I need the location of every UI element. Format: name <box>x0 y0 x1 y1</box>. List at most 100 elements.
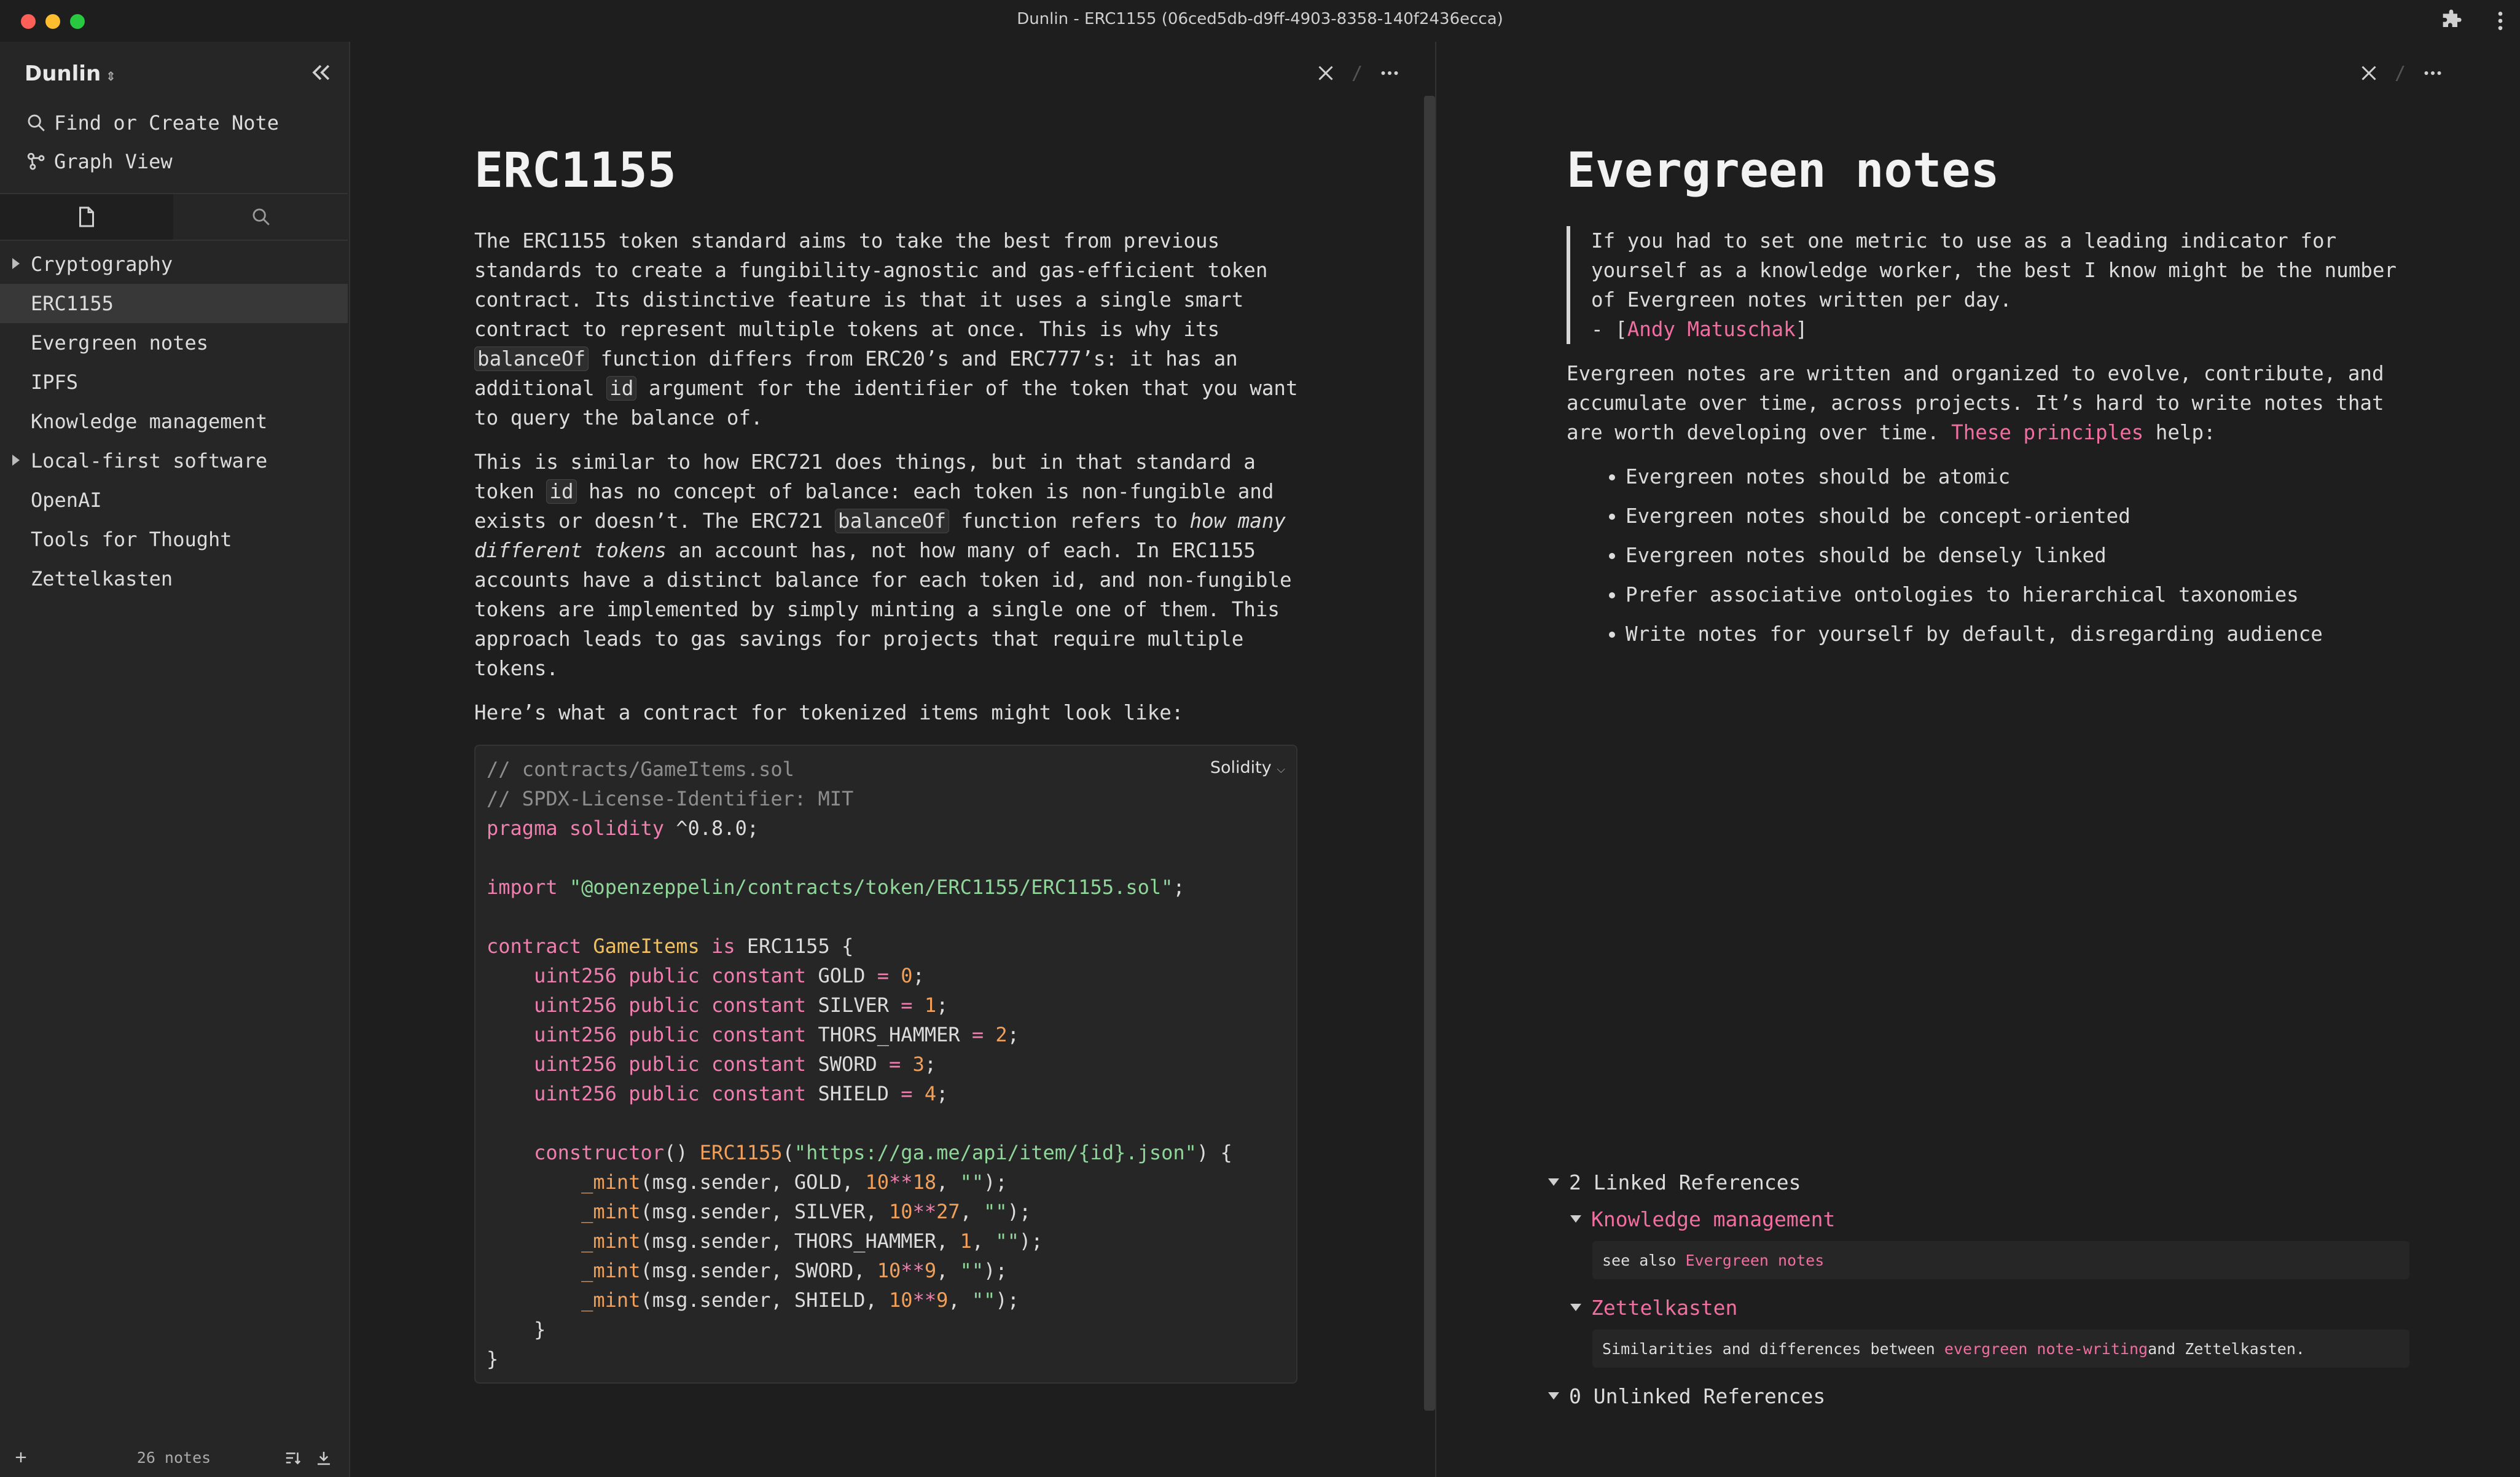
caret-down-icon[interactable] <box>1548 1178 1559 1186</box>
find-or-create-note-button[interactable]: Find or Create Note <box>26 106 279 140</box>
note-content[interactable]: ERC1155 The ERC1155 token standard aims … <box>474 140 1334 1384</box>
code-text: (msg.sender, GOLD, <box>640 1170 866 1194</box>
puzzle-icon[interactable] <box>2439 9 2463 33</box>
text-span: token <box>474 480 547 503</box>
sort-icon[interactable] <box>284 1449 302 1467</box>
tree-item-tools-for-thought[interactable]: Tools for Thought <box>0 520 348 559</box>
code-text: (msg.sender, SILVER, <box>640 1200 890 1223</box>
more-icon[interactable] <box>1377 62 1402 84</box>
bullet-list: Evergreen notes should be atomic Evergre… <box>1567 462 2439 649</box>
italic-text: how many <box>1189 509 1286 533</box>
code-keyword: public <box>628 1023 700 1046</box>
inline-code: id <box>546 479 577 504</box>
code-text: SWORD <box>818 1052 877 1076</box>
close-icon[interactable] <box>2358 62 2380 84</box>
more-icon[interactable] <box>2420 62 2445 84</box>
search-icon <box>252 208 270 225</box>
close-icon[interactable] <box>1315 62 1337 84</box>
graph-view-button[interactable]: Graph View <box>26 144 173 179</box>
code-text: ); <box>995 1288 1019 1312</box>
text-line: accumulate over time, across projects. I… <box>1567 391 2384 415</box>
tree-item-label: Evergreen notes <box>31 331 208 355</box>
reference-source-knowledge-management[interactable]: Knowledge management <box>1570 1201 2409 1237</box>
code-block[interactable]: Solidity ⌵ // contracts/GameItems.sol // … <box>474 745 1297 1384</box>
references-panel: 2 Linked References Knowledge management… <box>1548 1164 2409 1414</box>
tree-item-evergreen-notes[interactable]: Evergreen notes <box>0 323 348 362</box>
text-line: yourself as a knowledge worker, the best… <box>1591 259 2397 282</box>
tree-item-label: Tools for Thought <box>31 528 232 551</box>
text-line: standards to create a fungibility-agnost… <box>474 259 1268 282</box>
sidebar-footer: 26 notes <box>0 1438 348 1477</box>
caret-down-icon[interactable] <box>1570 1215 1581 1223</box>
tab-files[interactable] <box>0 194 173 240</box>
text-line: of Evergreen notes written per day. <box>1591 288 2012 311</box>
code-text: SILVER <box>818 993 890 1017</box>
tree-item-knowledge-management[interactable]: Knowledge management <box>0 402 348 441</box>
code-text: (msg.sender, SHIELD, <box>640 1288 890 1312</box>
paragraph: The ERC1155 token standard aims to take … <box>474 226 1334 433</box>
text-line: If you had to set one metric to use as a… <box>1591 229 2337 253</box>
window-title: Dunlin - ERC1155 (06ced5db-d9ff-4903-835… <box>1017 10 1503 28</box>
download-icon[interactable] <box>315 1449 333 1467</box>
text-span: function refers to <box>949 509 1190 533</box>
list-item: Evergreen notes should be densely linked <box>1626 541 2439 570</box>
tree-item-erc1155[interactable]: ERC1155 <box>0 284 348 323</box>
code-keyword: uint256 <box>534 964 617 987</box>
code-number: 10 <box>877 1259 901 1282</box>
caret-right-icon[interactable] <box>12 258 20 269</box>
caret-right-icon[interactable] <box>12 455 20 466</box>
tree-item-zettelkasten[interactable]: Zettelkasten <box>0 559 348 598</box>
unlinked-references-header[interactable]: 0 Unlinked References <box>1548 1377 2409 1414</box>
vertical-ellipsis-icon[interactable] <box>2488 9 2513 33</box>
paragraph: Evergreen notes are written and organize… <box>1567 359 2439 447</box>
text-line: Evergreen notes are written and organize… <box>1567 362 2384 385</box>
code-text: , <box>936 1259 960 1282</box>
text-span: help: <box>2143 421 2216 444</box>
italic-text: different tokens <box>474 539 667 562</box>
tree-item-ipfs[interactable]: IPFS <box>0 362 348 402</box>
code-text: , <box>971 1229 996 1253</box>
tab-search[interactable] <box>174 194 348 240</box>
scrollbar[interactable] <box>1424 96 1435 1411</box>
code-string: "https://ga.me/api/item/{id}.json" <box>794 1141 1197 1164</box>
code-keyword: constant <box>711 964 807 987</box>
code-operator: ** <box>912 1200 937 1223</box>
tree-item-local-first-software[interactable]: Local-first software <box>0 441 348 480</box>
linked-references-header[interactable]: 2 Linked References <box>1548 1164 2409 1201</box>
list-item: Evergreen notes should be concept-orient… <box>1626 501 2439 531</box>
code-text: ; <box>936 1082 949 1105</box>
text-span: an account has, not how many of each. In… <box>667 539 1256 562</box>
list-item: Prefer associative ontologies to hierarc… <box>1626 580 2439 609</box>
code-text: ; <box>1007 1023 1019 1046</box>
tree-item-label: ERC1155 <box>31 292 114 315</box>
caret-down-icon[interactable] <box>1548 1392 1559 1400</box>
reference-source-link[interactable]: Zettelkasten <box>1591 1296 1737 1320</box>
tree-item-openai[interactable]: OpenAI <box>0 480 348 520</box>
caret-down-icon[interactable] <box>1570 1304 1581 1311</box>
code-string: "" <box>984 1200 1008 1223</box>
text-span: are worth developing over time. <box>1567 421 1952 444</box>
link-these-principles[interactable]: These principles <box>1951 421 2143 444</box>
code-keyword: public <box>628 1082 700 1105</box>
code-language-select[interactable]: Solidity ⌵ <box>1210 753 1285 785</box>
toolbar-divider: / <box>1352 62 1363 84</box>
vault-switcher[interactable]: Dunlin ⇕ <box>25 61 116 86</box>
code-text: ); <box>1007 1200 1031 1223</box>
reference-context-link[interactable]: Evergreen notes <box>1685 1252 1824 1269</box>
code-keyword: public <box>628 993 700 1017</box>
double-chevron-left-icon[interactable] <box>307 59 334 86</box>
link-andy-matuschak[interactable]: Andy Matuschak <box>1627 318 1796 341</box>
code-keyword: is <box>711 934 735 958</box>
code-operator: = <box>889 1052 901 1076</box>
reference-context-link[interactable]: evergreen note-writing <box>1944 1340 2148 1358</box>
tree-item-cryptography[interactable]: Cryptography <box>0 245 348 284</box>
text-span: argument for the identifier of the token… <box>636 377 1298 400</box>
inline-code: id <box>606 376 637 401</box>
code-string: "" <box>960 1259 984 1282</box>
reference-source-zettelkasten[interactable]: Zettelkasten <box>1570 1289 2409 1326</box>
note-title: Evergreen notes <box>1567 143 2000 198</box>
reference-source-link[interactable]: Knowledge management <box>1591 1207 1835 1231</box>
note-content[interactable]: Evergreen notes If you had to set one me… <box>1567 140 2439 659</box>
